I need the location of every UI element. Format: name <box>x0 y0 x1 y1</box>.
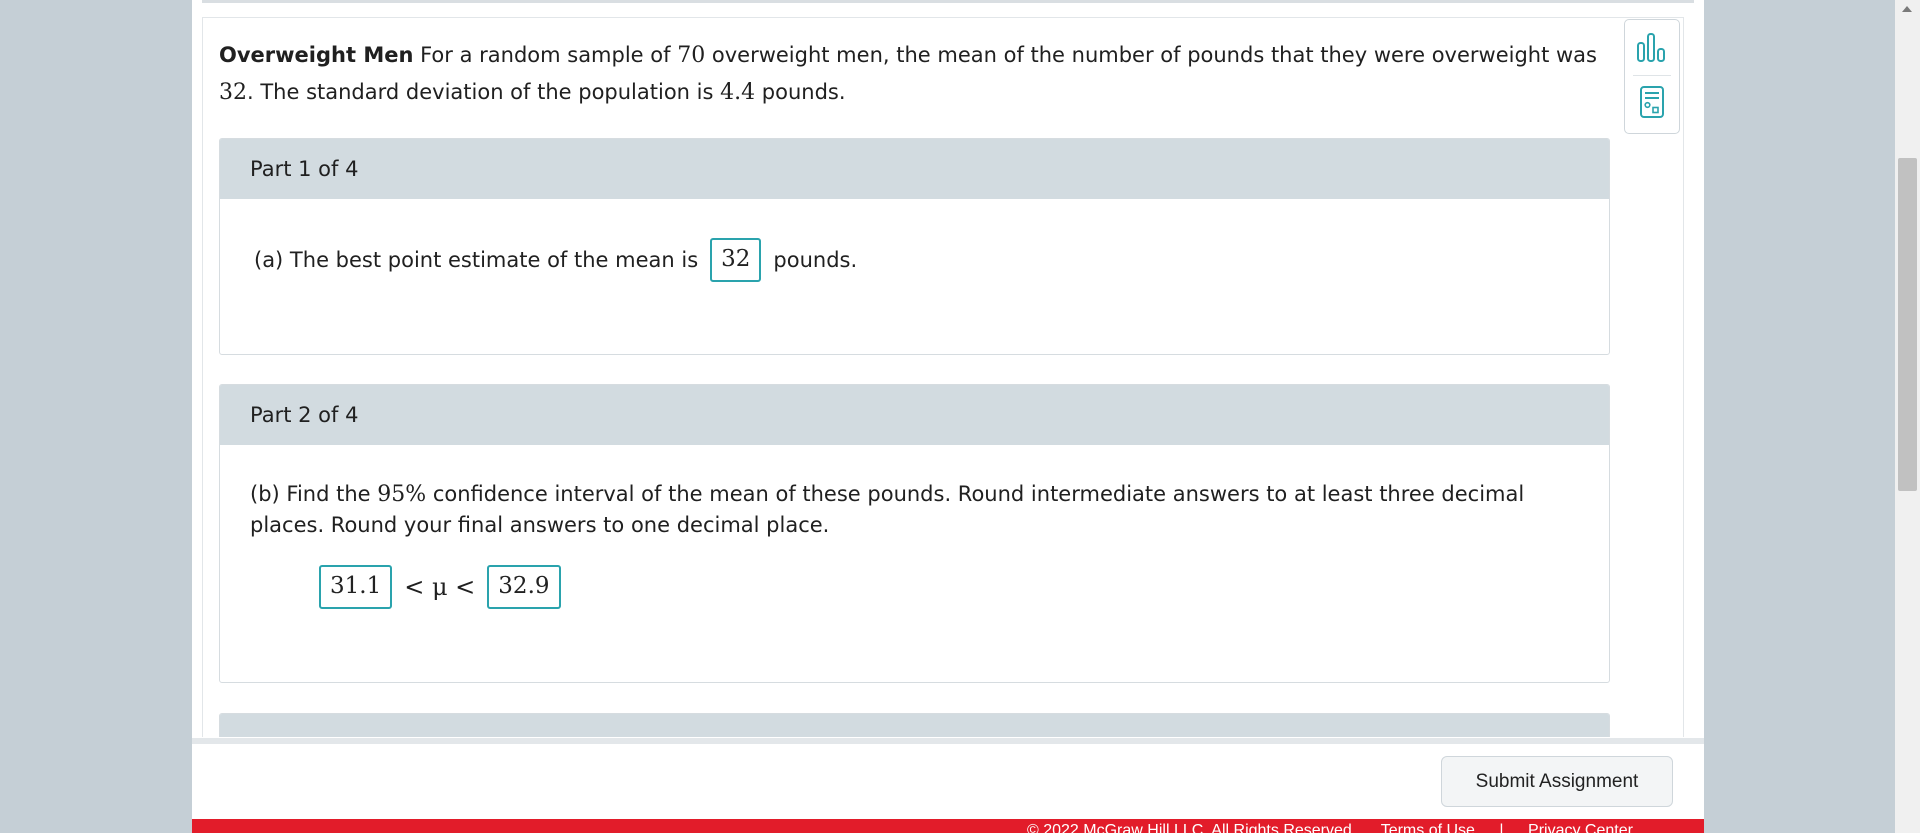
terms-link[interactable]: Terms of Use <box>1381 822 1475 833</box>
scroll-up-arrow-icon[interactable] <box>1902 6 1912 12</box>
part-3-header <box>220 714 1609 737</box>
assignment-page: Overweight Men For a random sample of 70… <box>192 0 1704 833</box>
scroll-thumb[interactable] <box>1898 158 1917 491</box>
legal-links: © 2022 McGraw Hill LLC. All Rights Reser… <box>1027 822 1633 833</box>
mu-inequality: < μ < <box>404 573 476 601</box>
problem-text-1: For a random sample of <box>420 43 678 67</box>
ci-lower-answer[interactable]: 31.1 <box>319 565 393 609</box>
part-3-panel <box>219 713 1610 737</box>
population-sd: 4.4 <box>720 80 756 105</box>
part-2-panel: Part 2 of 4 (b) Find the 95% confidence … <box>219 384 1610 683</box>
part-1-question: (a) The best point estimate of the mean … <box>254 238 857 282</box>
problem-statement: Overweight Men For a random sample of 70… <box>219 37 1609 111</box>
ci-upper-answer[interactable]: 32.9 <box>487 565 561 609</box>
data-tool-button[interactable] <box>1625 22 1679 74</box>
copyright-text: © 2022 McGraw Hill LLC. All Rights Reser… <box>1027 822 1357 833</box>
tools-panel <box>1624 19 1680 134</box>
calculator-icon <box>1640 86 1664 118</box>
part-1-header: Part 1 of 4 <box>220 139 1609 199</box>
submit-assignment-button[interactable]: Submit Assignment <box>1441 756 1673 807</box>
part-1-panel: Part 1 of 4 (a) The best point estimate … <box>219 138 1610 355</box>
sample-mean: 32 <box>219 80 247 105</box>
part-1-prompt: (a) The best point estimate of the mean … <box>254 248 699 272</box>
part-2-prompt: (b) Find the 95% confidence interval of … <box>250 479 1580 540</box>
part-2-header: Part 2 of 4 <box>220 385 1609 445</box>
problem-text-2: overweight men, the mean of the number o… <box>705 43 1597 67</box>
problem-text-4: pounds. <box>755 80 846 104</box>
problem-text-3: . The standard deviation of the populati… <box>247 80 721 104</box>
footer-bar: Submit Assignment <box>192 744 1704 819</box>
sample-size: 70 <box>677 43 706 68</box>
brand-footer: © 2022 McGraw Hill LLC. All Rights Reser… <box>192 819 1704 833</box>
privacy-link[interactable]: Privacy Center <box>1528 822 1633 833</box>
part-2-prompt-1: (b) Find the <box>250 482 378 506</box>
confidence-interval-row: 31.1 < μ < 32.9 <box>319 565 561 609</box>
point-estimate-answer[interactable]: 32 <box>710 238 762 282</box>
bar-chart-icon <box>1637 33 1665 62</box>
part-2-prompt-2: confidence interval of the mean of these… <box>250 482 1525 537</box>
problem-title: Overweight Men <box>219 43 414 67</box>
page-scrollbar[interactable] <box>1895 0 1920 833</box>
top-divider <box>202 0 1694 3</box>
question-card: Overweight Men For a random sample of 70… <box>202 17 1684 737</box>
calculator-button[interactable] <box>1625 76 1679 128</box>
part-1-suffix: pounds. <box>773 248 858 272</box>
legal-separator: | <box>1499 822 1504 833</box>
confidence-level: 95% <box>377 482 427 507</box>
